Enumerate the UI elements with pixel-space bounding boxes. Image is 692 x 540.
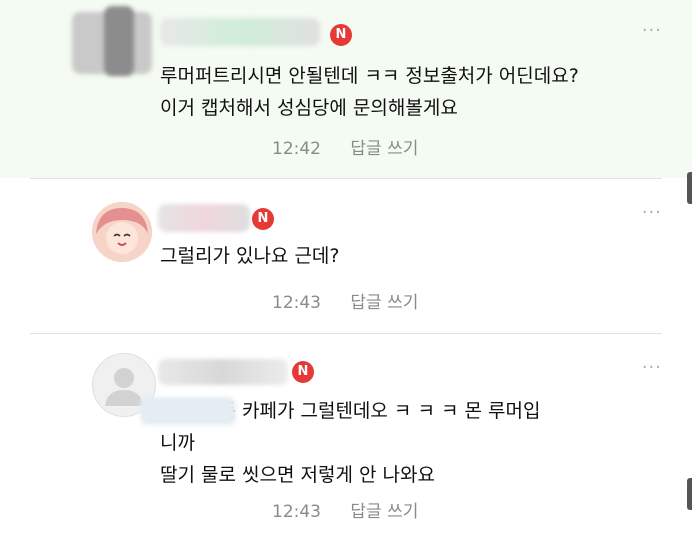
character-face-icon	[92, 202, 152, 262]
comment-text: 그럴리가 있나요 근데?	[160, 240, 339, 272]
new-badge: N	[330, 24, 352, 46]
comment-line: 루머퍼트리시면 안될텐데 ㅋㅋ 정보출처가 어딘데요?	[160, 65, 579, 87]
comment-line: 그럴리가 있나요 근데?	[160, 245, 340, 267]
comment-line: 딸기 물로 씻으면 저렇게 안 나와요	[160, 464, 435, 486]
comment-meta: 12:43 답글 쓰기	[272, 288, 418, 313]
new-badge: N	[292, 361, 314, 383]
comment-line: 니까	[160, 432, 195, 454]
new-badge: N	[252, 208, 274, 230]
author-name[interactable]	[160, 18, 320, 46]
comment-meta: 12:43 답글 쓰기	[272, 497, 418, 522]
timestamp: 12:43	[272, 293, 321, 313]
timestamp: 12:43	[272, 502, 321, 522]
more-options-icon[interactable]: ···	[642, 202, 662, 223]
more-options-icon[interactable]: ···	[642, 20, 662, 41]
comment-item: N ··· 루머퍼트리시면 안될텐데 ㅋㅋ 정보출처가 어딘데요? 이거 캡처해…	[0, 0, 692, 178]
comment-line: 이거 캡처해서 성심당에 문의해볼게요	[160, 97, 458, 119]
timestamp: 12:42	[272, 139, 321, 159]
comment-meta: 12:42 답글 쓰기	[272, 134, 418, 159]
comment-item: N ··· 그럴리가 있나요 근데? 12:43 답글 쓰기	[0, 178, 692, 333]
reply-button[interactable]: 답글 쓰기	[350, 139, 418, 159]
more-options-icon[interactable]: ···	[642, 357, 662, 378]
comment-item: N ··· 어의 모든 카페가 그럴텐데오 ㅋ ㅋ ㅋ 몬 루머입 니까 딸기 …	[0, 333, 692, 540]
reply-button[interactable]: 답글 쓰기	[350, 293, 418, 313]
author-name[interactable]	[158, 204, 250, 232]
scroll-handle[interactable]	[687, 478, 692, 510]
comment-text: 루머퍼트리시면 안될텐데 ㅋㅋ 정보출처가 어딘데요? 이거 캡처해서 성심당에…	[160, 60, 579, 124]
avatar[interactable]	[92, 202, 152, 262]
author-name[interactable]	[158, 359, 288, 385]
redaction	[140, 397, 236, 425]
reply-button[interactable]: 답글 쓰기	[350, 502, 418, 522]
